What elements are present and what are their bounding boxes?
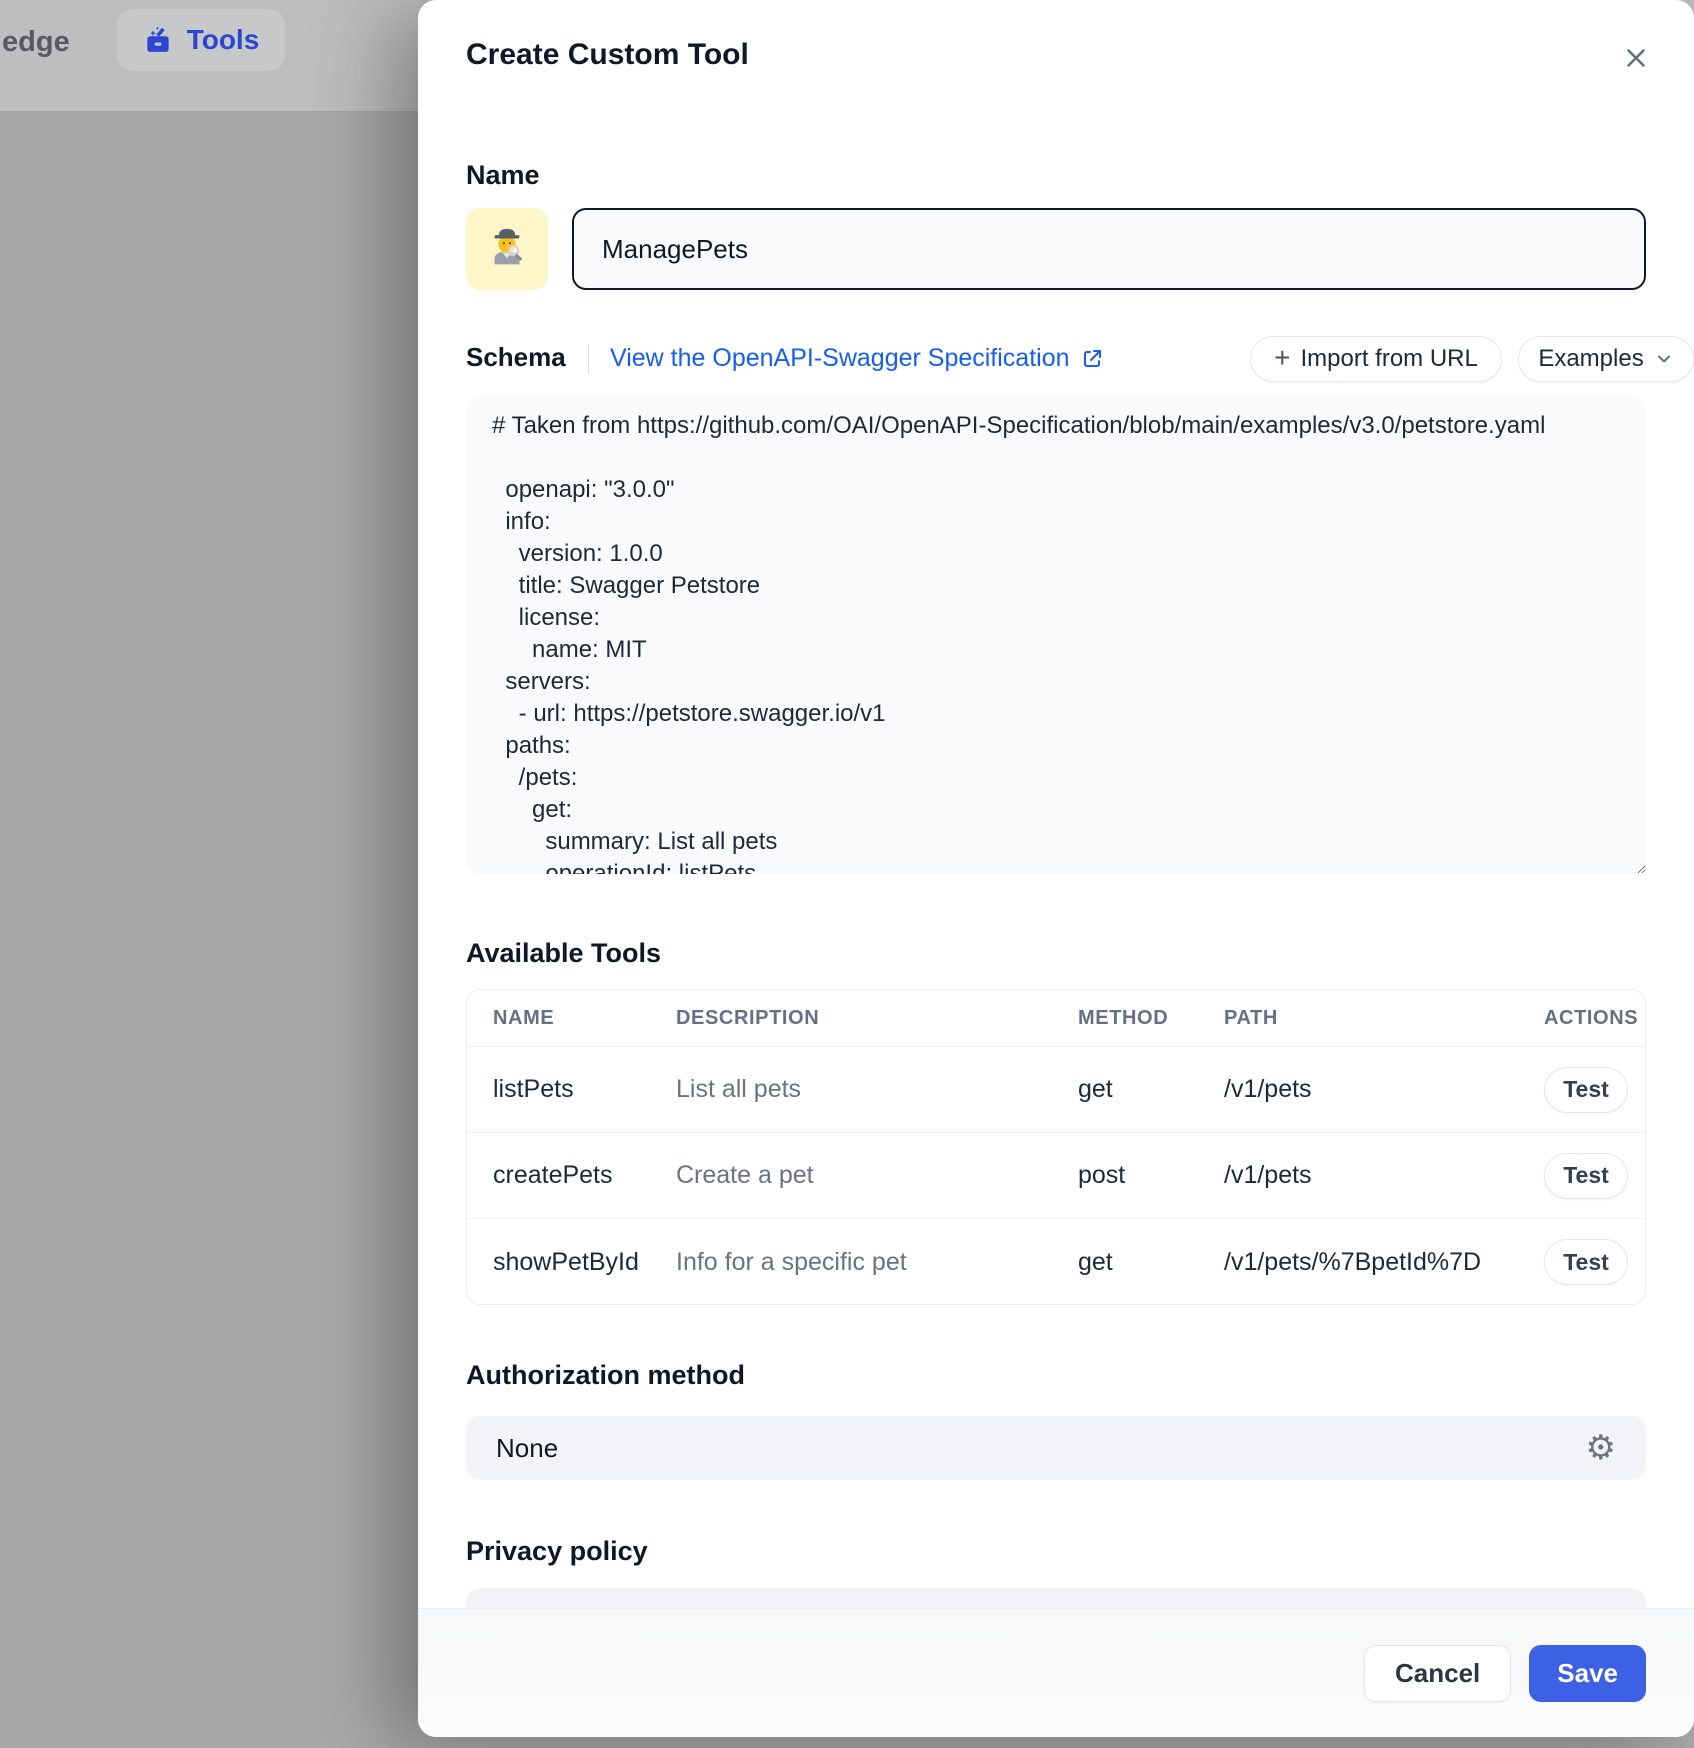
- tool-description: Create a pet: [676, 1161, 1078, 1190]
- tool-method: post: [1078, 1161, 1224, 1190]
- close-icon[interactable]: [1618, 40, 1654, 76]
- modal-footer: Cancel Save: [418, 1608, 1694, 1737]
- column-header-name: NAME: [493, 1007, 676, 1030]
- privacy-policy-heading: Privacy policy: [466, 1536, 648, 1567]
- plus-icon: +: [1274, 344, 1290, 372]
- authorization-method-field[interactable]: None ⚙: [466, 1416, 1646, 1480]
- openapi-spec-link-label: View the OpenAPI-Swagger Specification: [610, 344, 1070, 373]
- schema-section-heading: Schema: [466, 342, 566, 373]
- table-row: listPets List all pets get /v1/pets Test: [467, 1047, 1645, 1133]
- modal-title: Create Custom Tool: [466, 38, 749, 72]
- column-header-method: METHOD: [1078, 1007, 1224, 1030]
- tool-name: listPets: [493, 1075, 676, 1104]
- tool-path: /v1/pets: [1224, 1075, 1544, 1104]
- openapi-spec-link[interactable]: View the OpenAPI-Swagger Specification: [610, 344, 1104, 373]
- table-row: showPetById Info for a specific pet get …: [467, 1219, 1645, 1305]
- table-row: createPets Create a pet post /v1/pets Te…: [467, 1133, 1645, 1219]
- column-header-actions: ACTIONS: [1544, 1007, 1638, 1030]
- name-section-heading: Name: [466, 160, 540, 191]
- available-tools-table: NAME DESCRIPTION METHOD PATH ACTIONS lis…: [466, 989, 1646, 1305]
- test-button[interactable]: Test: [1544, 1067, 1628, 1113]
- tool-avatar-picker[interactable]: [466, 208, 548, 290]
- column-header-description: DESCRIPTION: [676, 1007, 1078, 1030]
- tool-path: /v1/pets/%7BpetId%7D: [1224, 1248, 1544, 1277]
- detective-emoji: [484, 226, 530, 272]
- tab-tools[interactable]: Tools: [117, 9, 285, 71]
- tab-tools-label: Tools: [187, 24, 260, 56]
- examples-dropdown-button[interactable]: Examples: [1518, 336, 1694, 382]
- test-button[interactable]: Test: [1544, 1153, 1628, 1199]
- available-tools-heading: Available Tools: [466, 938, 661, 969]
- tool-path: /v1/pets: [1224, 1161, 1544, 1190]
- divider: [588, 344, 589, 374]
- tool-name: showPetById: [493, 1248, 676, 1277]
- tool-method: get: [1078, 1248, 1224, 1277]
- tool-name: createPets: [493, 1161, 676, 1190]
- schema-header-row: Schema View the OpenAPI-Swagger Specific…: [466, 336, 1646, 382]
- authorization-method-value: None: [496, 1433, 1586, 1464]
- create-custom-tool-modal: Create Custom Tool Name Schema: [418, 0, 1694, 1737]
- toolbox-sparkle-icon: [143, 25, 173, 55]
- authorization-method-heading: Authorization method: [466, 1360, 745, 1391]
- external-link-icon: [1080, 347, 1104, 371]
- column-header-path: PATH: [1224, 1007, 1544, 1030]
- examples-label: Examples: [1538, 345, 1643, 373]
- tool-method: get: [1078, 1075, 1224, 1104]
- import-from-url-label: Import from URL: [1300, 345, 1477, 373]
- test-button[interactable]: Test: [1544, 1239, 1628, 1285]
- save-button[interactable]: Save: [1529, 1645, 1646, 1702]
- schema-editor-textarea[interactable]: [466, 396, 1646, 874]
- tool-description: List all pets: [676, 1075, 1078, 1104]
- gear-icon[interactable]: ⚙: [1586, 1431, 1616, 1465]
- import-from-url-button[interactable]: + Import from URL: [1250, 336, 1502, 382]
- tool-name-input[interactable]: [572, 208, 1646, 290]
- cancel-button[interactable]: Cancel: [1364, 1645, 1511, 1702]
- chevron-down-icon: [1654, 349, 1674, 369]
- nav-item-knowledge-partial[interactable]: ledge: [0, 26, 70, 59]
- tool-description: Info for a specific pet: [676, 1248, 1078, 1277]
- table-header-row: NAME DESCRIPTION METHOD PATH ACTIONS: [467, 990, 1645, 1047]
